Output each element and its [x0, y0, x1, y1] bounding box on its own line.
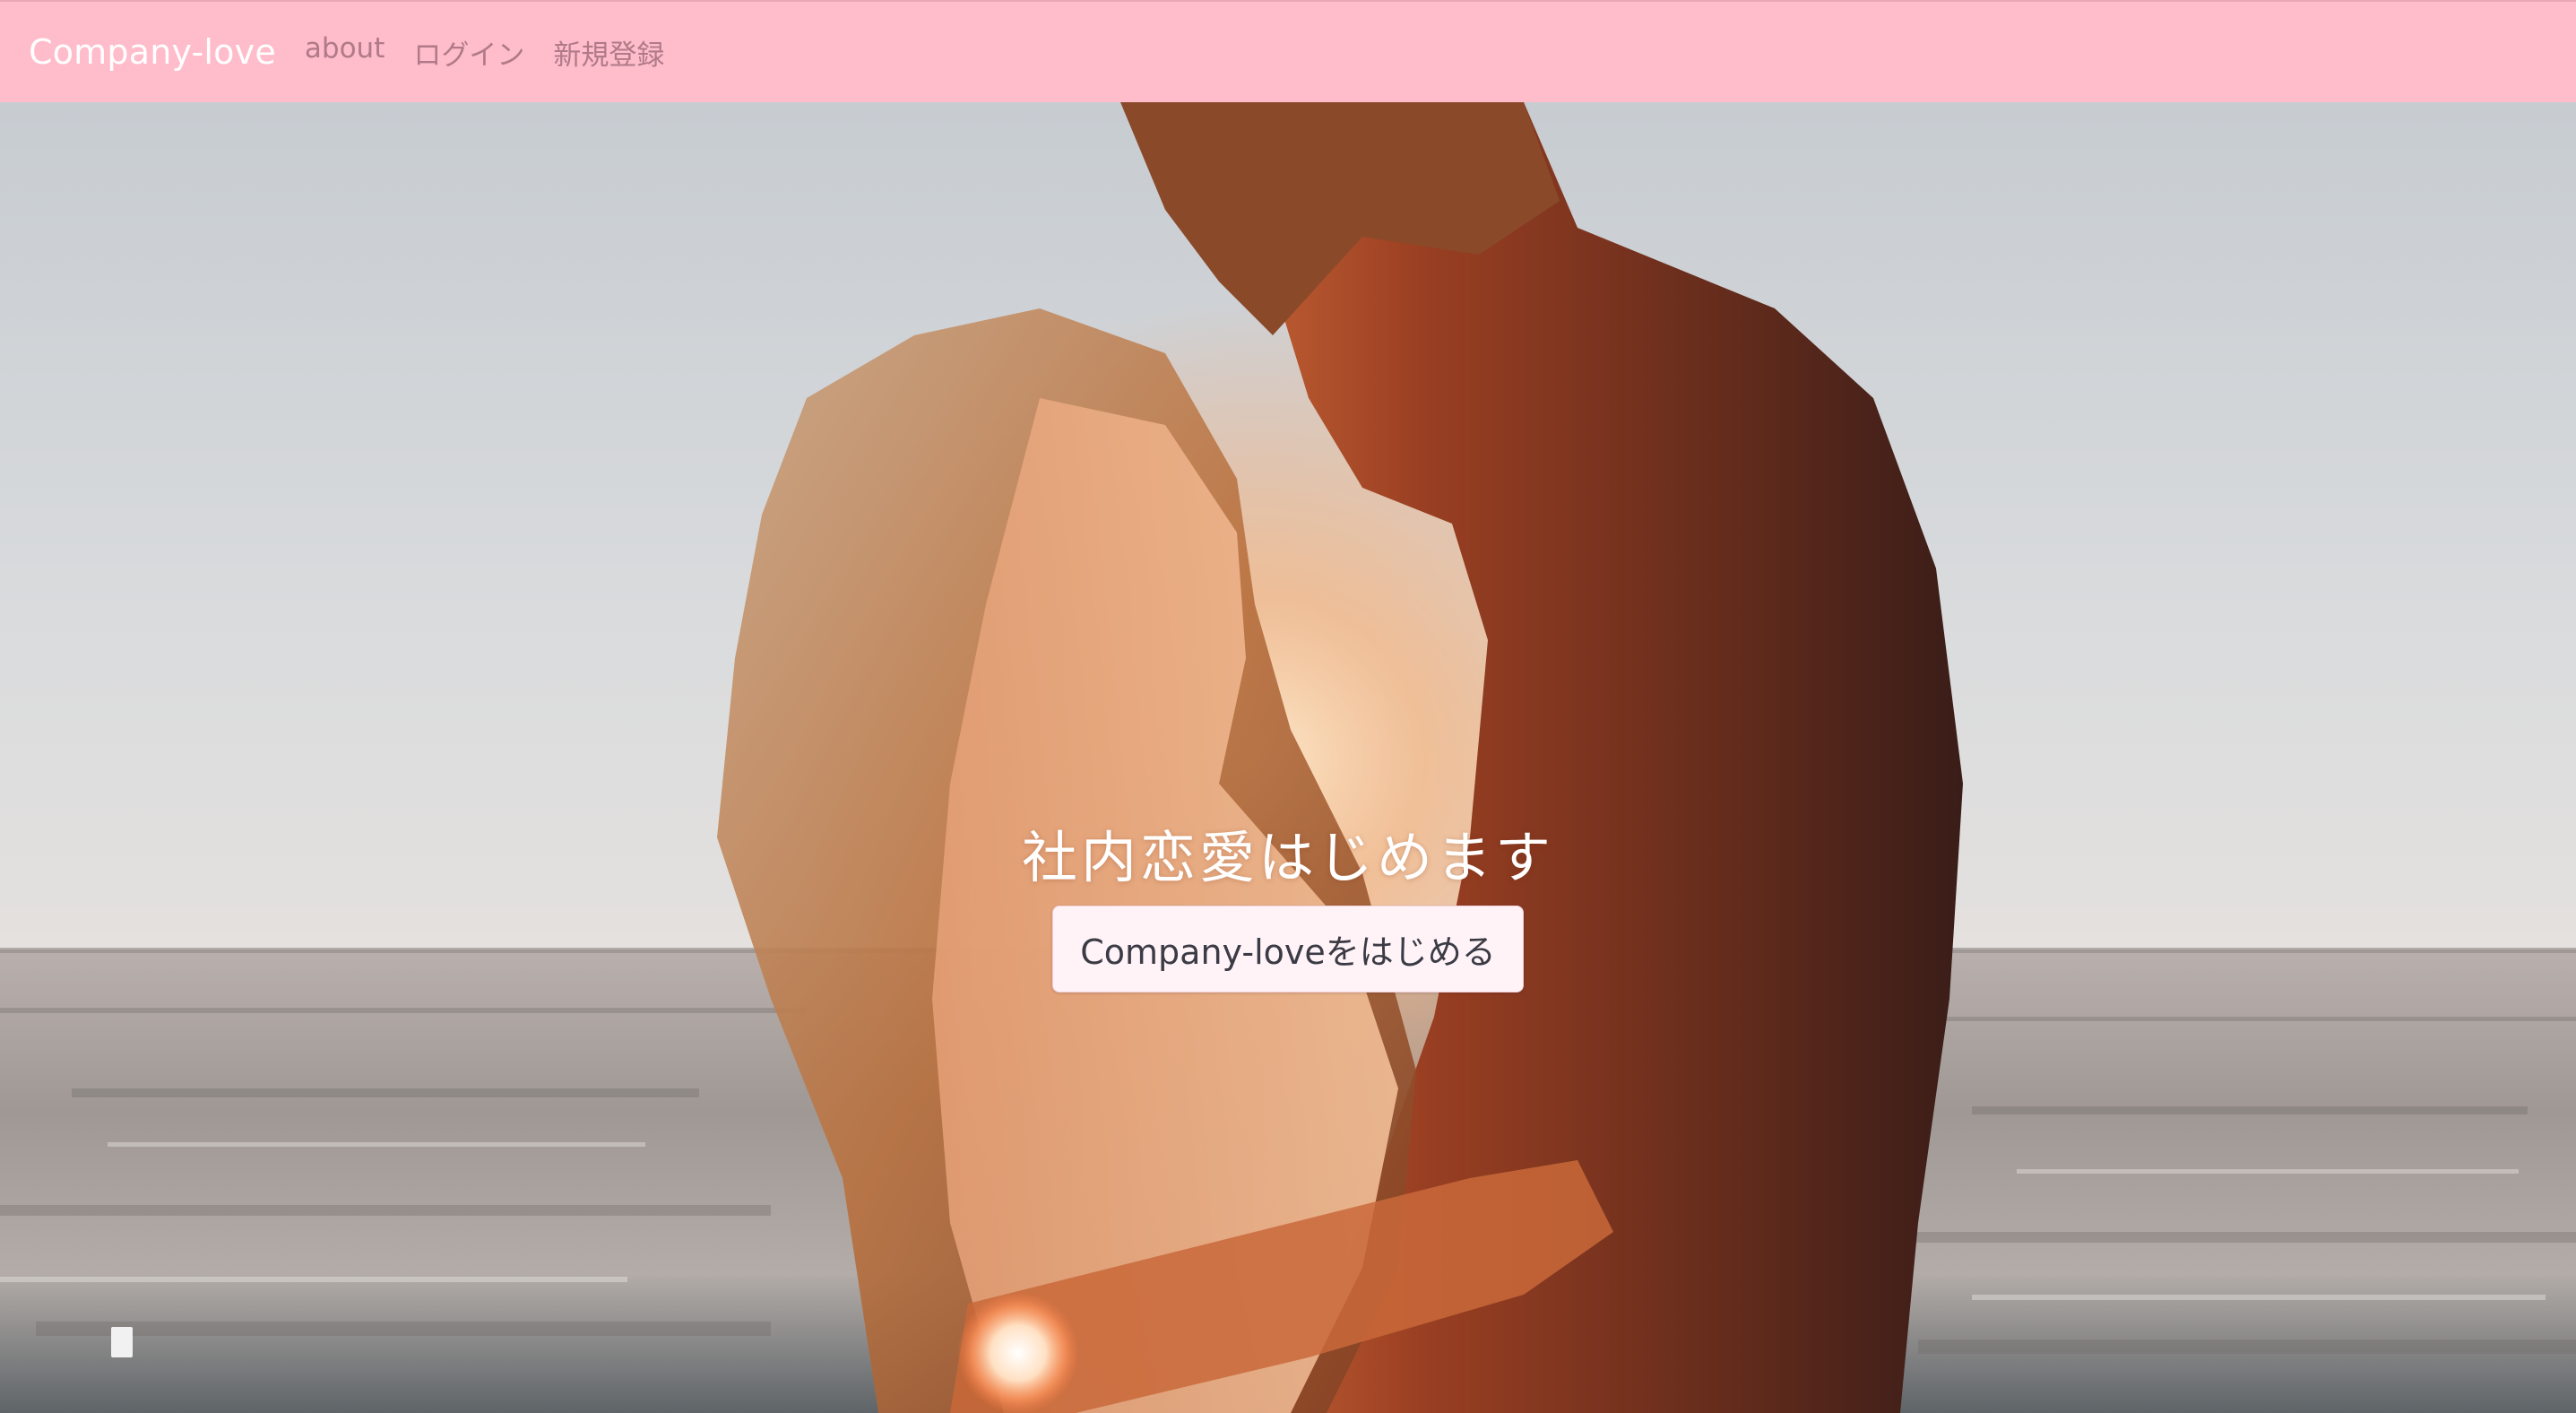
- scroll-marker: [111, 1327, 133, 1357]
- nav-link-about[interactable]: about: [290, 32, 399, 73]
- page: Company-love about ログイン 新規登録 社内恋愛はじめます C…: [0, 0, 2576, 1413]
- nav-links: about ログイン 新規登録: [290, 32, 679, 73]
- hero-title: 社内恋愛はじめます: [1021, 825, 1554, 890]
- nav-link-login[interactable]: ログイン: [399, 32, 539, 73]
- nav-link-signup[interactable]: 新規登録: [539, 32, 679, 73]
- navbar: Company-love about ログイン 新規登録: [0, 0, 2576, 102]
- hero-section: 社内恋愛はじめます Company-loveをはじめる: [0, 102, 2576, 1413]
- brand-link[interactable]: Company-love: [29, 32, 276, 72]
- hero-background-photo: [0, 102, 2576, 1413]
- start-button[interactable]: Company-loveをはじめる: [1052, 906, 1524, 993]
- hero-content: 社内恋愛はじめます Company-loveをはじめる: [0, 812, 2576, 993]
